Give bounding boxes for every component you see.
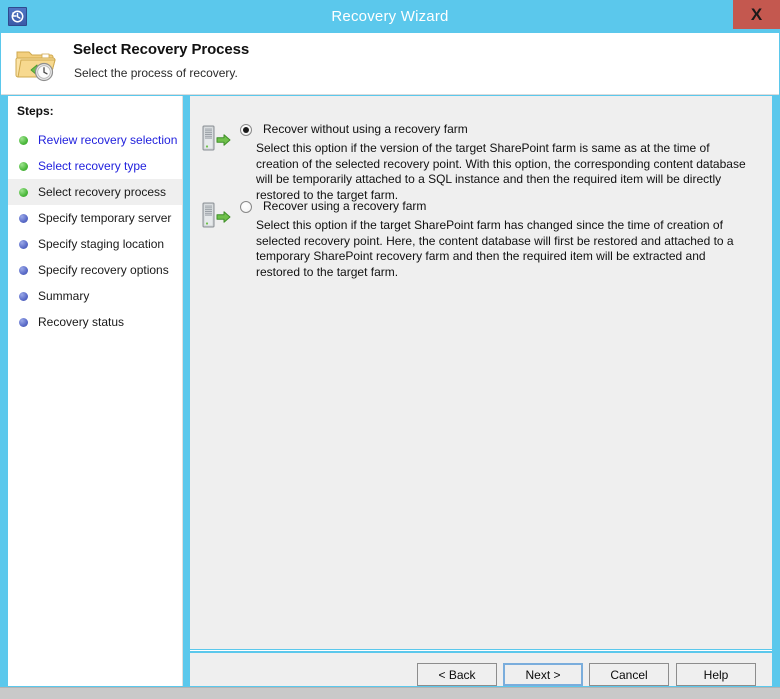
button-bar-separator (190, 650, 772, 651)
steps-list: Review recovery selection Select recover… (8, 127, 182, 335)
sidebar-item-label: Review recovery selection (38, 133, 178, 147)
folder-clock-icon (13, 43, 57, 85)
sidebar-item-label: Summary (38, 289, 90, 303)
sidebar-item-summary[interactable]: Summary (8, 283, 182, 309)
sidebar-item-review-recovery-selection[interactable]: Review recovery selection (8, 127, 182, 153)
option-description: Select this option if the target SharePo… (256, 218, 734, 279)
step-bullet-icon (19, 239, 28, 249)
help-button[interactable]: Help (676, 663, 756, 686)
option-description: Select this option if the version of the… (256, 141, 746, 202)
sidebar-item-label: Specify recovery options (38, 263, 169, 277)
wizard-header: Select Recovery Process Select the proce… (1, 33, 779, 95)
sidebar-item-specify-staging-location[interactable]: Specify staging location (8, 231, 182, 257)
radio-button-icon[interactable] (240, 124, 252, 136)
step-bullet-icon (19, 317, 28, 327)
option-label: Recover without using a recovery farm (263, 122, 468, 136)
sidebar-item-specify-recovery-options[interactable]: Specify recovery options (8, 257, 182, 283)
sidebar-item-label: Specify staging location (38, 237, 165, 251)
sidebar-item-specify-temporary-server[interactable]: Specify temporary server (8, 205, 182, 231)
sidebar-item-recovery-status[interactable]: Recovery status (8, 309, 182, 335)
title-bar: Recovery Wizard X (0, 0, 780, 33)
sidebar-item-label: Specify temporary server (38, 211, 172, 225)
steps-heading: Steps: (17, 104, 54, 118)
radio-button-icon[interactable] (240, 201, 252, 213)
close-icon[interactable]: X (733, 0, 780, 29)
sidebar-item-label: Recovery status (38, 315, 125, 329)
step-bullet-icon (19, 291, 28, 301)
radio-recover-without-farm[interactable]: Recover without using a recovery farm (240, 122, 468, 137)
sidebar-item-label: Select recovery type (38, 159, 147, 173)
option-label: Recover using a recovery farm (263, 199, 427, 213)
sidebar-item-select-recovery-type[interactable]: Select recovery type (8, 153, 182, 179)
recovery-process-options-panel: Recover without using a recovery farm Se… (190, 96, 772, 649)
step-bullet-icon (19, 213, 28, 223)
step-bullet-icon (19, 265, 28, 275)
back-button[interactable]: < Back (417, 663, 497, 686)
next-button[interactable]: Next > (503, 663, 583, 686)
step-bullet-icon (19, 135, 28, 145)
cancel-button[interactable]: Cancel (589, 663, 669, 686)
sidebar-item-label: Select recovery process (38, 185, 167, 199)
server-restore-icon (200, 201, 232, 231)
sidebar-item-select-recovery-process[interactable]: Select recovery process (8, 179, 182, 205)
step-bullet-icon (19, 187, 28, 197)
radio-recover-using-farm[interactable]: Recover using a recovery farm (240, 199, 426, 214)
button-bar: < Back Next > Cancel Help (190, 653, 772, 686)
page-title: Select Recovery Process (73, 41, 250, 58)
window-bottom-frame (0, 687, 780, 699)
steps-sidebar: Steps: Review recovery selection Select … (8, 96, 183, 686)
server-restore-icon (200, 124, 232, 154)
recovery-wizard-window: Recovery Wizard X Select Recovery Proces… (0, 0, 780, 699)
window-title: Recovery Wizard (331, 8, 449, 25)
page-subtitle: Select the process of recovery. (74, 66, 238, 80)
step-bullet-icon (19, 161, 28, 171)
